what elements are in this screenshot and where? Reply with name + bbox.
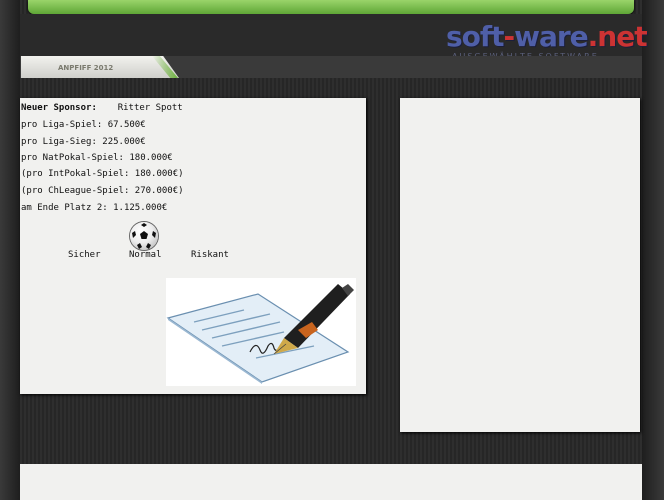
right-panel xyxy=(400,98,640,432)
sponsor-line-chleague: (pro ChLeague-Spiel: 270.000€) xyxy=(21,186,184,196)
sponsor-name: Ritter Spott xyxy=(117,103,183,113)
sponsor-line-intpokal: (pro IntPokal-Spiel: 180.000€) xyxy=(21,169,184,179)
sponsor-line-liga-sieg: pro Liga-Sieg: 225.000€ xyxy=(21,137,146,147)
contract-signing-icon xyxy=(166,278,356,386)
frame-left xyxy=(0,0,20,500)
risk-option-normal[interactable]: Normal xyxy=(129,250,162,260)
software-net-logo[interactable]: soft-ware.net xyxy=(446,20,648,53)
sponsor-line-natpokal: pro NatPokal-Spiel: 180.000€ xyxy=(21,153,173,163)
sponsor-line-platz: am Ende Platz 2: 1.125.000€ xyxy=(21,203,168,213)
risk-option-riskant[interactable]: Riskant xyxy=(191,250,229,260)
risk-option-sicher[interactable]: Sicher xyxy=(68,250,101,260)
sponsor-heading-row: Neuer Sponsor: Ritter Spott xyxy=(21,103,183,113)
bottom-panel xyxy=(20,464,642,500)
tab-anpfiff-label: ANPFIFF 2012 xyxy=(58,64,114,72)
frame-right xyxy=(642,0,664,500)
sponsor-line-liga-spiel: pro Liga-Spiel: 67.500€ xyxy=(21,120,146,130)
top-green-bar xyxy=(28,0,634,14)
sponsor-heading: Neuer Sponsor: xyxy=(21,103,97,113)
soccer-ball-icon[interactable] xyxy=(130,222,158,250)
